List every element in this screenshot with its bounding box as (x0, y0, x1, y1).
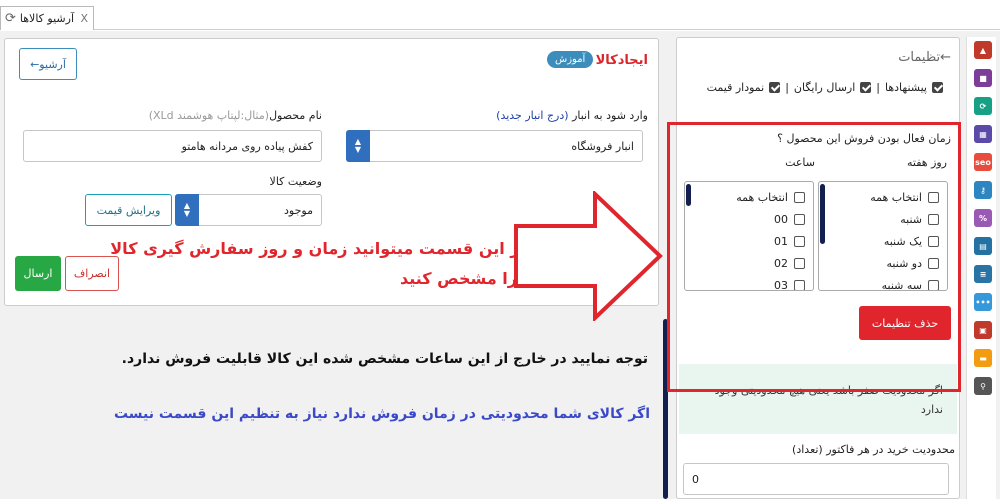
hour-checkbox[interactable] (794, 214, 805, 225)
tab-bar: ⟳ آرشیو کالاها X (0, 0, 1000, 30)
limit-info-text: اگر محدودیت صفر باشد یعنی هیچ محدودیتی و… (714, 384, 943, 416)
document-icon[interactable]: ▤ (974, 237, 992, 255)
hour-checkbox[interactable] (794, 280, 805, 290)
purchase-limit-input[interactable]: 0 (683, 463, 949, 495)
hour-checkbox[interactable] (794, 258, 805, 269)
purchase-limit-label: محدودیت خرید در هر فاکتور (تعداد) (792, 443, 955, 456)
image-icon[interactable]: ▣ (974, 321, 992, 339)
hour-option[interactable]: 02 (774, 257, 805, 270)
status-select-arrow[interactable]: ▲ ▼ (175, 194, 199, 226)
days-header: روز هفته (906, 156, 947, 169)
sale-time-question: زمان فعال بودن فروش این محصول ؟ (777, 132, 951, 145)
pointer-arrow (514, 191, 663, 321)
list-icon[interactable]: ≡ (974, 265, 992, 283)
delete-settings-button[interactable]: حذف تنظیمات (859, 306, 951, 340)
help-badge[interactable]: آموزش (547, 51, 594, 68)
dots-icon[interactable]: ••• (974, 293, 992, 311)
refresh-icon[interactable]: ⟳ (5, 11, 16, 26)
refresh-icon[interactable]: ⟳ (974, 97, 992, 115)
page-title: ایجادکالا (595, 53, 648, 68)
day-checkbox[interactable] (928, 214, 939, 225)
content-scrollbar[interactable] (663, 319, 668, 499)
hours-listbox[interactable]: انتخاب همه 00 01 02 03 (684, 181, 814, 291)
days-scroll-thumb[interactable] (820, 184, 825, 244)
price-chart-checkbox[interactable] (769, 82, 781, 93)
cancel-button[interactable]: انصراف (65, 256, 119, 291)
archive-button[interactable]: آرشیو← (19, 48, 77, 80)
tab-product-archive[interactable]: ⟳ آرشیو کالاها X (0, 6, 94, 30)
product-name-input[interactable]: کفش پیاده روی مردانه هامتو (23, 130, 322, 162)
main-area: ایجادکالا آموزش آرشیو← وارد شود به انبار… (0, 31, 1000, 499)
day-checkbox[interactable] (928, 236, 939, 247)
warehouse-select[interactable]: انبار فروشگاه (346, 130, 643, 162)
warehouse-label: وارد شود به انبار (درج انبار جدید) (496, 109, 648, 122)
hour-option[interactable]: انتخاب همه (736, 191, 805, 204)
send-button[interactable]: ارسال (15, 256, 61, 291)
edit-price-button[interactable]: ویرایش قیمت (85, 194, 172, 226)
settings-toggles: پیشنهادها | ارسال رایگان | نمودار قیمت (707, 81, 943, 94)
discount-icon[interactable]: % (974, 209, 992, 227)
fire-icon[interactable]: ▲ (974, 41, 992, 59)
hour-option[interactable]: 03 (774, 279, 805, 290)
day-option[interactable]: یک شنبه (884, 235, 939, 248)
key-icon[interactable]: ⚷ (974, 181, 992, 199)
hour-option[interactable]: 01 (774, 235, 805, 248)
suggestions-checkbox[interactable] (932, 82, 943, 93)
hours-scroll-thumb[interactable] (686, 184, 691, 206)
folder-icon[interactable]: ▬ (974, 349, 992, 367)
warehouse-select-arrow[interactable]: ▲ ▼ (346, 130, 370, 162)
settings-title: ←تظیمات (898, 50, 951, 65)
day-checkbox[interactable] (928, 280, 939, 290)
annotation-red-line1: از این قسمت میتوانید زمان و روز سفارش گی… (110, 239, 525, 258)
days-listbox[interactable]: انتخاب همه شنبه یک شنبه دو شنبه سه شنبه (818, 181, 948, 291)
day-checkbox[interactable] (928, 192, 939, 203)
hours-header: ساعت (785, 156, 815, 169)
seo-icon[interactable]: seo (974, 153, 992, 171)
settings-panel: ←تظیمات پیشنهادها | ارسال رایگان | نمودا… (676, 37, 960, 499)
close-icon[interactable]: X (80, 12, 88, 25)
hour-checkbox[interactable] (794, 192, 805, 203)
grid-icon[interactable]: ▦ (974, 125, 992, 143)
day-option[interactable]: دو شنبه (887, 257, 939, 270)
day-option[interactable]: سه شنبه (882, 279, 939, 290)
new-warehouse-link[interactable]: (درج انبار جدید) (496, 109, 568, 122)
day-option[interactable]: شنبه (900, 213, 939, 226)
annotation-red-line2: را مشخص کنید (400, 269, 517, 288)
hour-checkbox[interactable] (794, 236, 805, 247)
note-blue: اگر کالای شما محدودیتی در زمان فروش ندار… (113, 406, 650, 422)
box-icon[interactable]: ■ (974, 69, 992, 87)
hour-option[interactable]: 00 (774, 213, 805, 226)
day-checkbox[interactable] (928, 258, 939, 269)
product-name-label: نام محصول(مثال:لپتاپ هوشمند XLd) (148, 109, 322, 122)
note-black: توجه نمایید در خارج از این ساعات مشخص شد… (121, 351, 648, 367)
day-option[interactable]: انتخاب همه (870, 191, 939, 204)
tab-title: آرشیو کالاها (19, 12, 75, 25)
status-label: وضعیت کالا (269, 175, 322, 188)
pin-icon[interactable]: ⚲ (974, 377, 992, 395)
free-shipping-checkbox[interactable] (860, 82, 872, 93)
